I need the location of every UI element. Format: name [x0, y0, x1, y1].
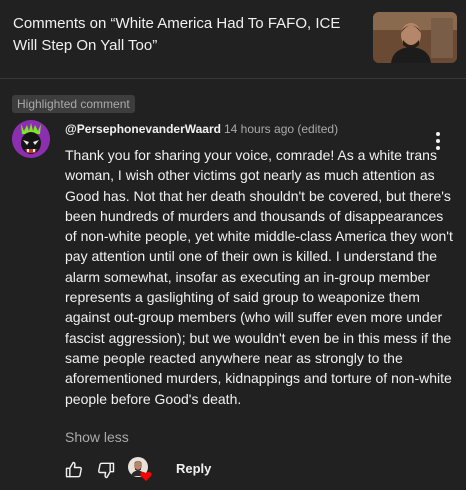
avatar[interactable]	[12, 120, 50, 158]
author-handle[interactable]: @PersephonevanderWaard	[65, 122, 221, 136]
thumbs-up-icon	[65, 461, 82, 478]
dislike-button[interactable]	[96, 460, 116, 480]
highlighted-comment-badge: Highlighted comment	[12, 95, 135, 113]
reply-button[interactable]: Reply	[168, 458, 219, 480]
video-thumbnail[interactable]	[373, 12, 457, 63]
comments-header: Comments on “White America Had To FAFO, …	[0, 0, 466, 79]
comment-meta: @PersephonevanderWaard 14 hours ago (edit…	[65, 121, 405, 137]
thumbs-down-icon	[98, 462, 115, 479]
creator-heart-icon	[140, 471, 152, 481]
like-button[interactable]	[64, 460, 84, 480]
comments-title: Comments on “White America Had To FAFO, …	[13, 15, 341, 54]
show-less-button[interactable]: Show less	[65, 428, 129, 446]
comment-timestamp[interactable]: 14 hours ago (edited)	[224, 122, 338, 136]
creator-heart[interactable]	[127, 456, 153, 482]
comment-body: Thank you for sharing your voice, comrad…	[65, 147, 453, 407]
